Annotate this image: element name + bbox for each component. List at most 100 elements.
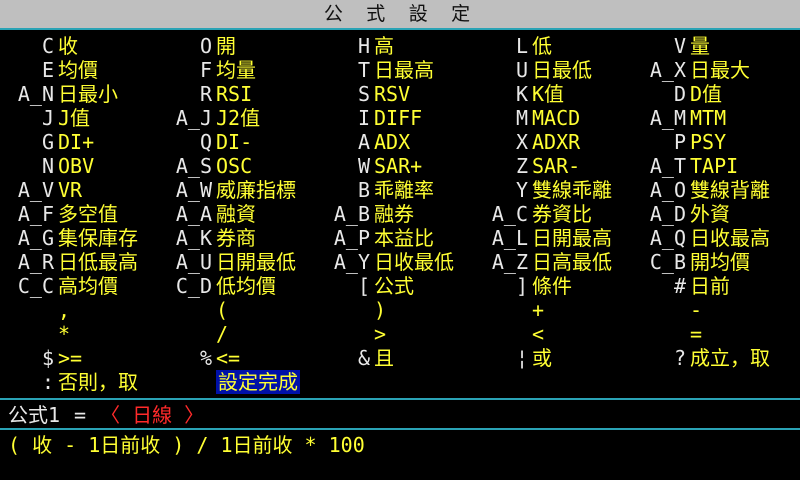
key-code bbox=[8, 322, 54, 346]
key-code bbox=[482, 322, 528, 346]
key-code: A_T bbox=[649, 154, 686, 178]
formula-item[interactable]: 券資比 bbox=[532, 202, 592, 226]
formula-item[interactable]: 外資 bbox=[690, 202, 730, 226]
formula-item[interactable]: 量 bbox=[690, 34, 710, 58]
formula-item[interactable]: 日最小 bbox=[58, 82, 118, 106]
formula-item[interactable]: 日收最高 bbox=[690, 226, 770, 250]
key-code bbox=[482, 370, 528, 394]
formula-item[interactable]: + bbox=[532, 298, 544, 322]
formula-item[interactable]: 日低最高 bbox=[58, 250, 138, 274]
formula-item[interactable]: 日最低 bbox=[532, 58, 592, 82]
formula-item[interactable]: = bbox=[690, 322, 702, 346]
formula-item[interactable]: 多空值 bbox=[58, 202, 118, 226]
key-code: E bbox=[41, 58, 54, 82]
formula-item[interactable]: MACD bbox=[532, 106, 580, 130]
formula-item[interactable]: D值 bbox=[690, 82, 722, 106]
formula-item[interactable]: 本益比 bbox=[374, 226, 434, 250]
formula-name: 公式1 bbox=[8, 403, 61, 427]
formula-item[interactable]: 公式 bbox=[374, 274, 414, 298]
formula-item[interactable]: < bbox=[532, 322, 544, 346]
formula-item[interactable]: K值 bbox=[532, 82, 564, 106]
formula-item[interactable]: DIFF bbox=[374, 106, 422, 130]
formula-item[interactable]: MTM bbox=[690, 106, 726, 130]
formula-item[interactable]: ADXR bbox=[532, 130, 580, 154]
formula-item[interactable]: 券商 bbox=[216, 226, 256, 250]
formula-item[interactable]: 開 bbox=[216, 34, 236, 58]
formula-item[interactable]: 雙線背離 bbox=[690, 178, 770, 202]
formula-item[interactable]: 否則，取 bbox=[58, 370, 138, 394]
key-code: ¦ bbox=[515, 346, 528, 370]
formula-item[interactable]: 雙線乖離 bbox=[532, 178, 612, 202]
formula-item[interactable]: 均價 bbox=[58, 58, 98, 82]
key-code: M bbox=[515, 106, 528, 130]
key-code: J bbox=[41, 106, 54, 130]
formula-item[interactable]: <= bbox=[216, 346, 240, 370]
formula-item[interactable]: 威廉指標 bbox=[216, 178, 296, 202]
key-code: A_Z bbox=[491, 250, 528, 274]
formula-item[interactable]: DI- bbox=[216, 130, 252, 154]
formula-item[interactable]: 且 bbox=[374, 346, 394, 370]
key-code: A_C bbox=[491, 202, 528, 226]
formula-item[interactable]: 收 bbox=[58, 34, 78, 58]
formula-settings-screen: 公 式 設 定 C 收 E 均價 A_N 日最小 J J值 G DI+ N OBV A_V VR A_F 多空… bbox=[0, 0, 800, 480]
formula-item[interactable]: 高均價 bbox=[58, 274, 118, 298]
formula-period-selector[interactable]: 〈 日線 〉 bbox=[100, 403, 204, 427]
formula-item[interactable]: 日最高 bbox=[374, 58, 434, 82]
formula-item[interactable]: RSI bbox=[216, 82, 252, 106]
formula-item[interactable]: 集保庫存 bbox=[58, 226, 138, 250]
formula-item[interactable]: 日開最高 bbox=[532, 226, 612, 250]
key-code bbox=[166, 298, 212, 322]
key-code: A_W bbox=[175, 178, 212, 202]
key-code bbox=[482, 298, 528, 322]
formula-item[interactable]: 高 bbox=[374, 34, 394, 58]
formula-item[interactable]: 融券 bbox=[374, 202, 414, 226]
formula-item[interactable]: PSY bbox=[690, 130, 726, 154]
formula-row[interactable]: 公式1 = 〈 日線 〉 bbox=[8, 402, 204, 428]
done-button[interactable]: 設定完成 bbox=[216, 370, 300, 394]
key-code: A_D bbox=[649, 202, 686, 226]
formula-item[interactable]: 低 bbox=[532, 34, 552, 58]
formula-item[interactable]: DI+ bbox=[58, 130, 94, 154]
key-code: # bbox=[673, 274, 686, 298]
formula-item[interactable]: >= bbox=[58, 346, 82, 370]
key-code: A_P bbox=[333, 226, 370, 250]
formula-item[interactable]: 乖離率 bbox=[374, 178, 434, 202]
formula-item[interactable]: 或 bbox=[532, 346, 552, 370]
formula-item[interactable]: / bbox=[216, 322, 228, 346]
formula-item[interactable]: * bbox=[58, 322, 70, 346]
key-code: : bbox=[41, 370, 54, 394]
formula-item[interactable]: TAPI bbox=[690, 154, 738, 178]
formula-item[interactable]: > bbox=[374, 322, 386, 346]
formula-item[interactable]: SAR- bbox=[532, 154, 580, 178]
formula-item[interactable]: ADX bbox=[374, 130, 410, 154]
formula-item[interactable]: 日高最低 bbox=[532, 250, 612, 274]
formula-item[interactable]: ( bbox=[216, 298, 228, 322]
formula-item[interactable]: 低均價 bbox=[216, 274, 276, 298]
formula-item[interactable]: 條件 bbox=[532, 274, 572, 298]
formula-item[interactable]: J2值 bbox=[216, 106, 260, 130]
formula-item[interactable]: , bbox=[58, 298, 70, 322]
formula-item[interactable]: 日前 bbox=[690, 274, 730, 298]
formula-item[interactable]: 均量 bbox=[216, 58, 256, 82]
key-code: A_M bbox=[649, 106, 686, 130]
formula-item[interactable]: ) bbox=[374, 298, 386, 322]
formula-item[interactable]: 日最大 bbox=[690, 58, 750, 82]
key-code: A_N bbox=[17, 82, 54, 106]
formula-item[interactable]: OSC bbox=[216, 154, 252, 178]
key-code bbox=[324, 322, 370, 346]
formula-item[interactable]: RSV bbox=[374, 82, 410, 106]
formula-item[interactable]: 日開最低 bbox=[216, 250, 296, 274]
formula-item[interactable]: - bbox=[690, 298, 702, 322]
formula-item[interactable]: 成立，取 bbox=[690, 346, 770, 370]
key-code: A bbox=[357, 130, 370, 154]
key-code: A_A bbox=[175, 202, 212, 226]
formula-item[interactable]: 日收最低 bbox=[374, 250, 454, 274]
formula-expression[interactable]: ( 收 - 1日前收 ) / 1日前收 * 100 bbox=[8, 432, 365, 458]
formula-item[interactable]: J值 bbox=[58, 106, 90, 130]
formula-item[interactable]: OBV bbox=[58, 154, 94, 178]
formula-item[interactable]: VR bbox=[58, 178, 82, 202]
formula-item[interactable]: SAR+ bbox=[374, 154, 422, 178]
key-code bbox=[166, 322, 212, 346]
formula-item[interactable]: 融資 bbox=[216, 202, 256, 226]
formula-item[interactable]: 開均價 bbox=[690, 250, 750, 274]
